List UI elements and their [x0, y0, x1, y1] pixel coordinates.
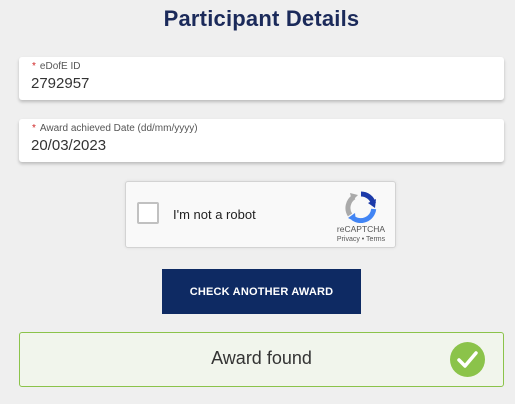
check-another-award-button[interactable]: CHECK ANOTHER AWARD	[162, 269, 361, 314]
required-mark: *	[32, 61, 36, 72]
page-title: Participant Details	[163, 6, 360, 31]
required-mark: *	[32, 123, 36, 134]
award-date-field[interactable]: * Award achieved Date (dd/mm/yyyy) 20/03/…	[19, 119, 504, 162]
award-date-label: * Award achieved Date (dd/mm/yyyy)	[32, 123, 198, 134]
edofe-id-value[interactable]: 2792957	[31, 75, 89, 92]
edofe-id-field[interactable]: * eDofE ID 2792957	[19, 57, 504, 100]
award-date-value[interactable]: 20/03/2023	[31, 137, 106, 154]
award-date-label-text: Award achieved Date (dd/mm/yyyy)	[39, 123, 198, 134]
result-message: Award found	[211, 348, 312, 368]
check-circle-icon	[450, 342, 485, 377]
edofe-id-label-text: eDofE ID	[39, 61, 81, 72]
edofe-id-label: * eDofE ID	[32, 61, 80, 72]
recaptcha-label: I'm not a robot	[173, 207, 256, 222]
recaptcha-links[interactable]: Privacy • Terms	[331, 236, 391, 243]
recaptcha-widget: I'm not a robot reCAPTCHA Privacy • Term…	[125, 181, 396, 248]
recaptcha-checkbox[interactable]	[137, 202, 159, 224]
recaptcha-logo-icon	[345, 191, 377, 224]
recaptcha-brand: reCAPTCHA	[336, 224, 386, 234]
result-banner: Award found	[19, 332, 504, 387]
participant-details-page: Participant Details * eDofE ID 2792957 * A…	[0, 0, 515, 404]
